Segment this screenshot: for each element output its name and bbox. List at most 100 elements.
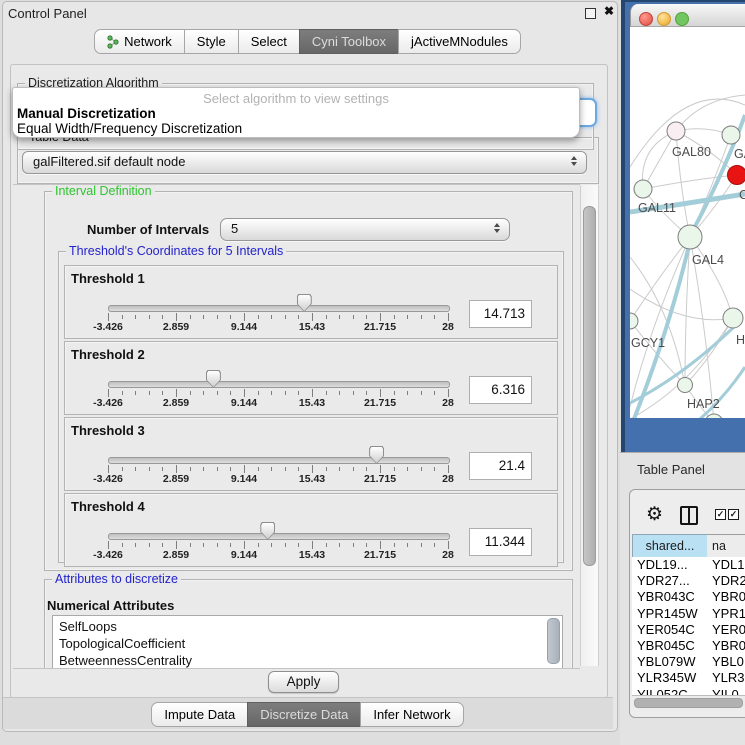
select-columns-icon[interactable]: ✓ xyxy=(715,509,726,520)
attribute-list-item[interactable]: TopologicalCoefficient xyxy=(59,636,185,651)
network-edge[interactable] xyxy=(643,131,676,189)
network-node[interactable] xyxy=(678,378,693,393)
num-intervals-label: Number of Intervals xyxy=(87,222,209,237)
network-node[interactable] xyxy=(722,126,740,144)
num-intervals-spinner[interactable]: 5 xyxy=(220,218,510,241)
tab-jactivemnodules[interactable]: jActiveMNodules xyxy=(398,29,521,54)
slider-tick xyxy=(434,315,435,319)
slider-tick xyxy=(366,543,367,547)
tab-network[interactable]: Network xyxy=(94,29,185,54)
slider-tick xyxy=(230,391,231,395)
network-node[interactable] xyxy=(705,414,723,418)
table-hscrollbar-thumb[interactable] xyxy=(634,698,743,708)
network-node[interactable] xyxy=(630,313,638,329)
zoom-traffic-light[interactable] xyxy=(675,12,689,26)
node-label: C xyxy=(739,188,745,202)
close-traffic-light[interactable] xyxy=(639,12,653,26)
table-row[interactable]: YBL079WYBL0 xyxy=(632,654,745,670)
select-rows-icon[interactable]: ✓ xyxy=(728,509,739,520)
slider-tick xyxy=(190,315,191,319)
table-row[interactable]: YLR345WYLR3 xyxy=(632,670,745,686)
attributes-group-title: Attributes to discretize xyxy=(52,573,181,585)
column-header-name[interactable]: na xyxy=(707,534,745,558)
attribute-list-item[interactable]: SelfLoops xyxy=(59,619,117,634)
table-row[interactable]: YDR27...YDR2 xyxy=(632,573,745,589)
threshold-value-field[interactable]: 14.713 xyxy=(469,300,532,328)
column-header-shared[interactable]: shared... xyxy=(632,534,708,558)
tab-style[interactable]: Style xyxy=(184,29,239,54)
table-row[interactable]: YDL19...YDL1 xyxy=(632,557,745,573)
table-data-combobox-value: galFiltered.sif default node xyxy=(33,154,185,169)
slider-tick xyxy=(108,465,109,473)
threshold-value-field[interactable]: 11.344 xyxy=(469,528,532,556)
apply-button[interactable]: Apply xyxy=(268,671,339,693)
slider-tick xyxy=(176,541,177,549)
tab-select[interactable]: Select xyxy=(238,29,300,54)
slider-scale-label: -3.426 xyxy=(78,473,138,485)
slider-tick xyxy=(421,315,422,319)
threshold-value-field[interactable]: 21.4 xyxy=(469,452,532,480)
table-panel-title: Table Panel xyxy=(637,462,705,477)
slider-tick xyxy=(203,391,204,395)
slider-tick xyxy=(407,467,408,471)
slider-tick xyxy=(258,315,259,319)
screen: Control Panel ✖ NetworkStyleSelectCyni T… xyxy=(0,0,745,745)
thresholds-group-title: Threshold's Coordinates for 5 Intervals xyxy=(66,245,286,257)
slider-tick xyxy=(108,313,109,321)
slider-tick xyxy=(353,391,354,395)
tab-infer-network[interactable]: Infer Network xyxy=(360,702,463,727)
main-scrollbar[interactable] xyxy=(580,185,599,666)
slider-tick xyxy=(258,391,259,395)
tab-impute-data[interactable]: Impute Data xyxy=(151,702,248,727)
list-scrollbar[interactable] xyxy=(547,618,560,664)
table-row[interactable]: YER054CYER0 xyxy=(632,622,745,638)
table-row[interactable]: YIL052CYIL0 xyxy=(632,687,745,695)
split-view-icon[interactable] xyxy=(680,506,698,525)
numerical-attributes-list[interactable]: SelfLoops TopologicalCoefficient Betweenne… xyxy=(52,615,563,669)
slider-track[interactable] xyxy=(108,533,450,540)
network-node[interactable] xyxy=(634,180,652,198)
frame-edge-top xyxy=(621,0,745,2)
attribute-list-item[interactable]: BetweennessCentrality xyxy=(59,653,192,668)
network-edge[interactable] xyxy=(630,289,733,320)
table-data-combobox[interactable]: galFiltered.sif default node xyxy=(22,151,587,174)
close-icon[interactable]: ✖ xyxy=(604,4,614,18)
network-node[interactable] xyxy=(667,122,685,140)
minimize-traffic-light[interactable] xyxy=(657,12,671,26)
float-window-icon[interactable] xyxy=(585,8,596,19)
network-edge[interactable] xyxy=(643,175,737,189)
slider-tick xyxy=(244,389,245,397)
table-hscrollbar[interactable] xyxy=(632,695,745,709)
table-row[interactable]: YBR045CYBR0 xyxy=(632,638,745,654)
table-row[interactable]: YBR043CYBR0 xyxy=(632,589,745,605)
bottom-tab-bar: Impute DataDiscretize DataInfer Network xyxy=(0,702,616,727)
threshold-value-field[interactable]: 6.316 xyxy=(469,376,532,404)
network-window-titlebar[interactable] xyxy=(630,4,745,27)
slider-scale-label: 2.859 xyxy=(146,549,206,561)
slider-tick xyxy=(162,391,163,395)
tab-cyni-toolbox[interactable]: Cyni Toolbox xyxy=(299,29,399,54)
slider-scale-label: 15.43 xyxy=(282,397,342,409)
network-node[interactable] xyxy=(728,166,745,185)
slider-track[interactable] xyxy=(108,381,450,388)
network-edge[interactable] xyxy=(676,95,745,131)
slider-tick xyxy=(285,315,286,319)
slider-tick xyxy=(244,465,245,473)
tab-discretize-data[interactable]: Discretize Data xyxy=(247,702,361,727)
top-tab-bar: NetworkStyleSelectCyni ToolboxjActiveMNo… xyxy=(0,29,616,54)
network-canvas[interactable]: GAL80GACGAL11GAL4GCY1HHAP2 xyxy=(630,27,745,418)
network-node[interactable] xyxy=(678,225,702,249)
slider-tick xyxy=(434,543,435,547)
slider-track[interactable] xyxy=(108,457,450,464)
popup-item-equal-width-frequency[interactable]: Equal Width/Frequency Discretization xyxy=(17,121,242,136)
slider-track[interactable] xyxy=(108,305,450,312)
main-scrollbar-thumb[interactable] xyxy=(583,206,596,566)
gear-icon[interactable]: ⚙ xyxy=(646,503,663,526)
threshold-label: Threshold 3 xyxy=(71,423,145,438)
node-table-body[interactable]: YDL19...YDL1YDR27...YDR2YBR043CYBR0YPR14… xyxy=(632,557,745,695)
slider-tick xyxy=(339,391,340,395)
network-node[interactable] xyxy=(723,308,743,328)
popup-item-manual-discretization[interactable]: Manual Discretization xyxy=(17,106,156,121)
slider-tick xyxy=(394,391,395,395)
table-row[interactable]: YPR145WYPR1 xyxy=(632,606,745,622)
